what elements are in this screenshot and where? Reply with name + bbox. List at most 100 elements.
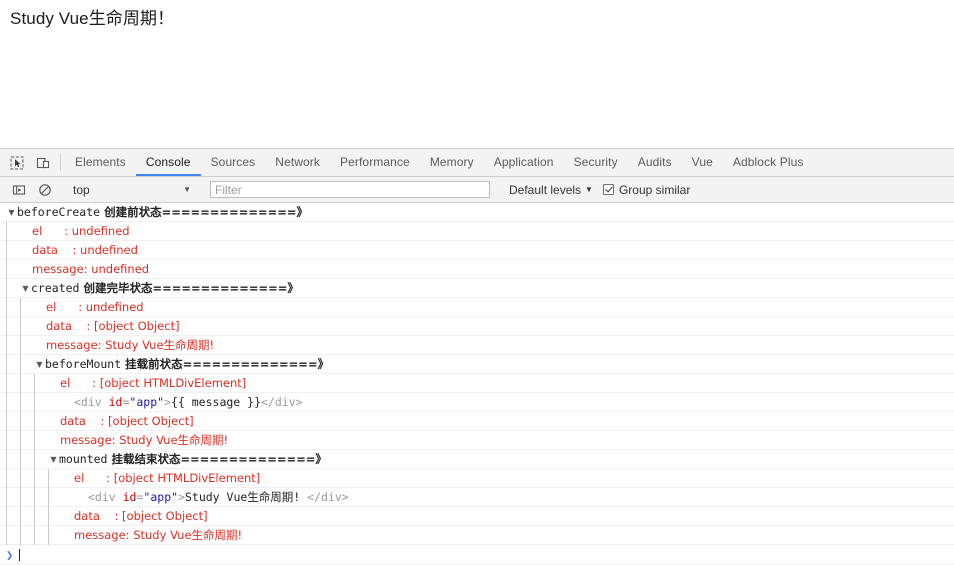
tab-network[interactable]: Network (265, 149, 330, 176)
indent-pad (7, 298, 20, 317)
tab-security[interactable]: Security (564, 149, 628, 176)
log-levels-dropdown[interactable]: Default levels ▼ (509, 183, 593, 197)
indent-pad (35, 393, 48, 412)
log-text: message: undefined (32, 261, 150, 276)
console-log-line: el : undefined (0, 297, 954, 317)
tab-performance[interactable]: Performance (330, 149, 420, 176)
tab-memory[interactable]: Memory (420, 149, 484, 176)
snippet-attr-name: id (108, 394, 123, 409)
tab-adblock-plus[interactable]: Adblock Plus (723, 149, 814, 176)
indent-pad (7, 241, 20, 260)
group-collapse-triangle-icon[interactable]: ▼ (20, 279, 31, 298)
snippet-attr-name: id (122, 489, 137, 504)
indent-pad (35, 450, 48, 469)
group-hook-description: 创建完毕状态==============》 (79, 280, 299, 295)
indent-pad (7, 412, 20, 431)
indent-pad (21, 336, 34, 355)
log-text: el : [object HTMLDivElement] (60, 375, 247, 390)
indent-pad (21, 298, 34, 317)
tab-audits[interactable]: Audits (628, 149, 682, 176)
device-toolbar-icon[interactable] (30, 149, 56, 176)
group-hook-name: created (31, 280, 80, 295)
group-collapse-triangle-icon[interactable]: ▼ (6, 203, 17, 222)
console-log-line: message: Study Vue生命周期! (0, 525, 954, 545)
indent-pad (7, 507, 20, 526)
indent-pad (48, 393, 74, 412)
indent-pad (7, 393, 20, 412)
html-element-snippet[interactable]: <div id="app">{{ message }}</div> (74, 393, 303, 412)
chevron-down-icon: ▼ (183, 185, 191, 194)
console-group-header: ▼ created 创建完毕状态==============》 (0, 278, 954, 298)
indent-pad (62, 488, 88, 507)
group-collapse-triangle-icon[interactable]: ▼ (34, 355, 45, 374)
group-hook-name: mounted (59, 451, 108, 466)
snippet-gt: > (164, 394, 171, 409)
indent-pad (20, 260, 32, 279)
console-group-header: ▼ beforeMount 挂载前状态==============》 (0, 354, 954, 374)
indent-pad (62, 526, 74, 545)
page-viewport: Study Vue生命周期！ (0, 0, 954, 148)
indent-pad (7, 355, 20, 374)
indent-pad (21, 317, 34, 336)
indent-pad (21, 450, 34, 469)
tab-console[interactable]: Console (135, 149, 201, 176)
snippet-inner-text: {{ message }} (170, 394, 261, 409)
console-log-line: el : undefined (0, 221, 954, 241)
indent-pad (20, 222, 32, 241)
indent-pad (35, 507, 48, 526)
toolbar-divider (60, 154, 61, 171)
indent-pad (35, 488, 48, 507)
tab-sources[interactable]: Sources (201, 149, 266, 176)
group-similar-label: Group similar (618, 182, 691, 197)
log-text: message: Study Vue生命周期! (46, 337, 215, 352)
snippet-close-tag: </div> (307, 489, 349, 504)
indent-pad (21, 393, 34, 412)
group-collapse-triangle-icon[interactable]: ▼ (48, 450, 59, 469)
group-hook-description: 挂载结束状态==============》 (107, 451, 327, 466)
console-log-line: data : [object Object] (0, 506, 954, 526)
execution-context-value: top (73, 182, 90, 197)
indent-pad (7, 469, 20, 488)
devtools-tab-list: Elements Console Sources Network Performance… (65, 149, 954, 176)
group-label: beforeMount 挂载前状态==============》 (45, 355, 329, 374)
clear-console-icon[interactable] (32, 183, 58, 197)
console-message-list[interactable]: ▼ beforeCreate 创建前状态==============》 el : u… (0, 203, 954, 565)
console-log-line: message: undefined (0, 259, 954, 279)
console-sidebar-icon[interactable] (6, 183, 32, 197)
indent-pad (35, 431, 48, 450)
console-filter-input[interactable] (210, 181, 490, 198)
group-similar-checkbox[interactable] (602, 184, 614, 195)
log-text: data : undefined (32, 242, 138, 257)
indent-pad (7, 526, 20, 545)
console-filterbar: top ▼ Default levels ▼ Group similar (0, 177, 954, 203)
indent-pad (21, 526, 34, 545)
indent-pad (21, 374, 34, 393)
tab-vue[interactable]: Vue (682, 149, 723, 176)
indent-pad (7, 317, 20, 336)
tab-application[interactable]: Application (484, 149, 564, 176)
indent-pad (49, 526, 62, 545)
html-element-snippet[interactable]: <div id="app">Study Vue生命周期! </div> (88, 488, 349, 507)
snippet-open-tag: <div (88, 489, 123, 504)
indent-pad (35, 412, 48, 431)
indent-pad (49, 507, 62, 526)
log-text: message: Study Vue生命周期! (74, 527, 243, 542)
snippet-gt: > (178, 489, 185, 504)
group-similar-toggle[interactable]: Group similar (602, 182, 691, 197)
indent-pad (62, 469, 74, 488)
devtools-panel: Elements Console Sources Network Performance… (0, 148, 954, 565)
console-html-snippet-line: <div id="app">Study Vue生命周期! </div> (0, 487, 954, 507)
indent-pad (21, 431, 34, 450)
execution-context-select[interactable]: top ▼ (67, 181, 195, 199)
indent-pad (48, 374, 60, 393)
indent-pad (7, 488, 20, 507)
group-hook-name: beforeCreate (17, 204, 101, 219)
log-text: data : [object Object] (74, 508, 208, 523)
inspect-cursor-icon[interactable] (4, 149, 30, 176)
group-label: mounted 挂载结束状态==============》 (59, 450, 327, 469)
tab-elements[interactable]: Elements (65, 149, 136, 176)
console-prompt[interactable]: ❯ (0, 545, 954, 565)
indent-pad (20, 241, 32, 260)
indent-pad (7, 374, 20, 393)
indent-pad (49, 469, 62, 488)
